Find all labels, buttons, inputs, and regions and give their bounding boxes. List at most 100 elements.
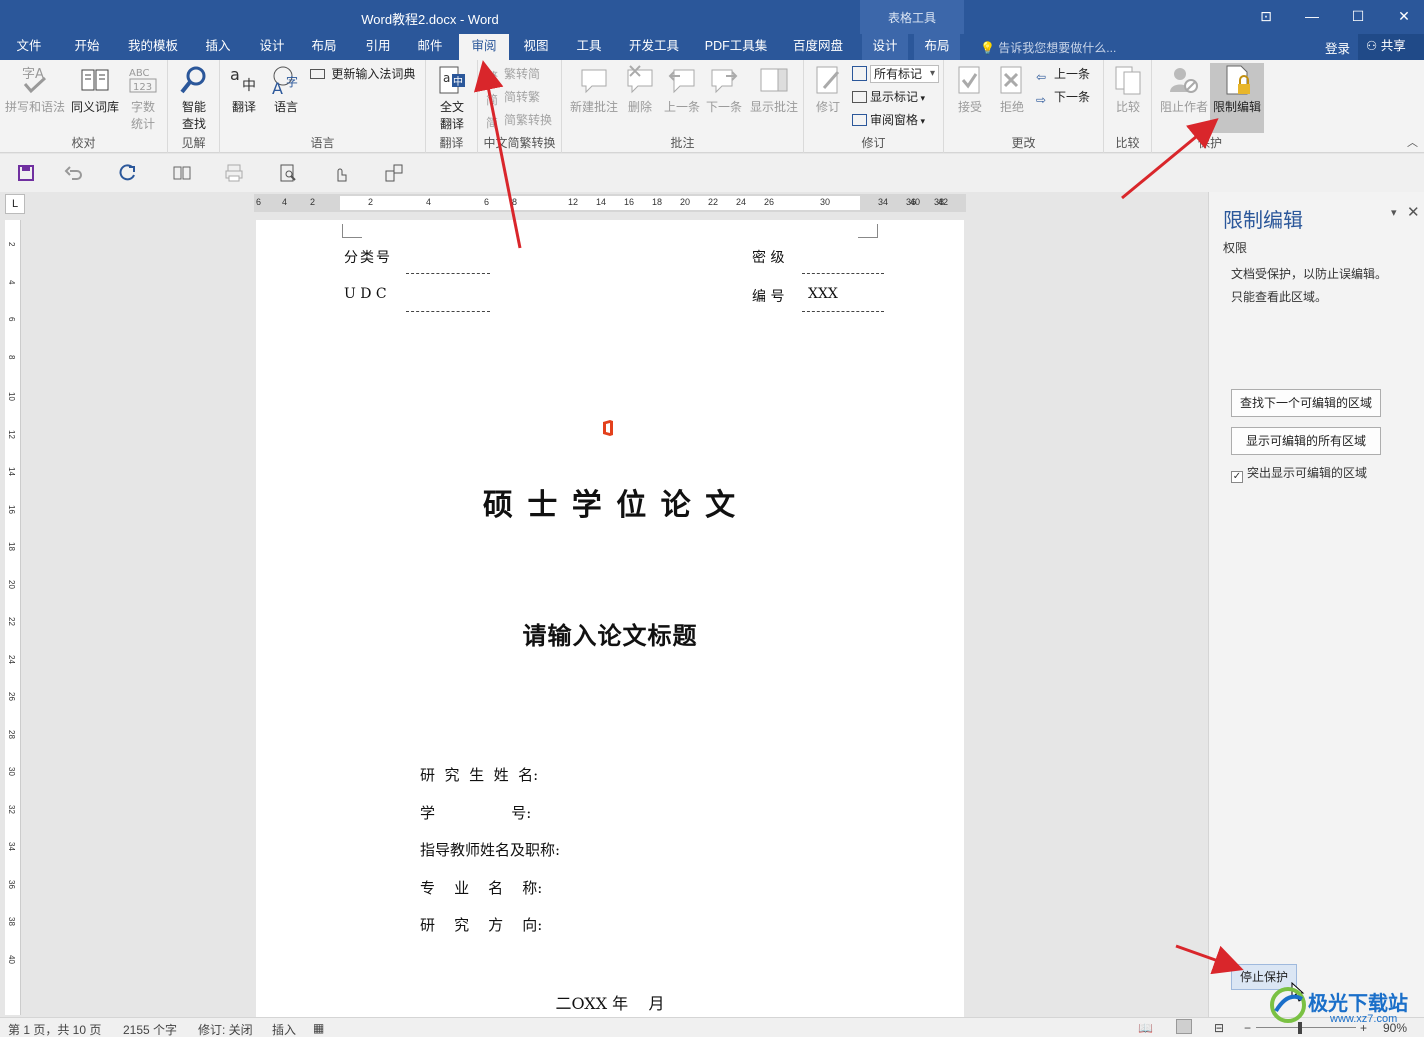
vertical-ruler-number: 10 (7, 392, 16, 401)
tab-references[interactable]: 引用 (356, 34, 400, 60)
full-translate-label-2: 翻译 (439, 117, 464, 131)
minimize-icon[interactable]: — (1300, 6, 1324, 26)
print-layout-icon[interactable] (1176, 1019, 1192, 1034)
show-all-editable-regions-button[interactable]: 显示可编辑的所有区域 (1231, 427, 1381, 455)
new-comment-button[interactable]: 新建批注 (566, 64, 622, 115)
markup-icon (852, 66, 867, 81)
tab-design[interactable]: 设计 (250, 34, 294, 60)
tab-developer[interactable]: 开发工具 (622, 34, 686, 60)
two-pages-icon[interactable] (172, 163, 192, 183)
share-button[interactable]: ⚇ 共享 (1358, 34, 1424, 60)
highlight-editable-regions-checkbox[interactable]: ✓ 突出显示可编辑的区域 (1231, 464, 1367, 483)
undo-icon[interactable] (64, 163, 84, 183)
tab-table-design[interactable]: 设计 (862, 34, 908, 60)
full-translate-button[interactable]: a中 全文 翻译 (434, 64, 470, 132)
word-count-button[interactable]: ABC 123 字数 统计 (124, 64, 162, 132)
collapse-ribbon-icon[interactable]: ︿ (1407, 134, 1418, 150)
pane-close-icon[interactable]: ✕ (1407, 203, 1420, 221)
tab-view[interactable]: 视图 (514, 34, 558, 60)
ruler-number: 4 (426, 197, 432, 207)
maximize-icon[interactable]: ☐ (1346, 6, 1370, 26)
macro-record-icon[interactable]: ▦ (313, 1021, 324, 1035)
pane-options-chevron-icon[interactable]: ▾ (1391, 206, 1397, 219)
tab-pdf-tools[interactable]: PDF工具集 (700, 34, 772, 60)
delete-comment-button[interactable]: 删除 (622, 64, 658, 115)
translate-button[interactable]: a中 翻译 (226, 64, 262, 115)
status-word-count[interactable]: 2155 个字 (123, 1021, 177, 1037)
save-icon[interactable] (16, 163, 36, 183)
tab-file[interactable]: 文件 (6, 34, 52, 60)
restrict-editing-button[interactable]: 限制编辑 (1210, 63, 1264, 133)
accept-button[interactable]: 接受 (950, 64, 990, 115)
secret-level-label: 密 级 (752, 250, 785, 266)
customize-qat-icon[interactable] (384, 163, 404, 183)
ribbon: 字A 拼写和语法 同义词库 ABC 123 字数 统计 校对 智能 查找 见解 a… (0, 60, 1424, 153)
reject-button[interactable]: 拒绝 (992, 64, 1032, 115)
redo-icon[interactable] (118, 163, 138, 183)
language-button[interactable]: A字 语言 (268, 64, 304, 115)
track-changes-icon (816, 66, 840, 94)
status-insert-mode[interactable]: 插入 (272, 1021, 296, 1037)
next-change-button[interactable]: ⇨ 下一条 (1036, 87, 1090, 107)
show-comments-button[interactable]: 显示批注 (746, 64, 802, 115)
tab-my-templates[interactable]: 我的模板 (122, 34, 184, 60)
svg-text:a: a (230, 65, 240, 84)
tab-layout[interactable]: 布局 (302, 34, 346, 60)
login-link[interactable]: 登录 (1325, 38, 1350, 57)
smart-lookup-button[interactable]: 智能 查找 (174, 64, 214, 132)
print-icon[interactable] (224, 163, 244, 183)
ribbon-display-options-icon[interactable]: ⊡ (1254, 6, 1278, 26)
chinese-convert-button[interactable]: 简简繁转换 (486, 110, 552, 130)
review-pane-icon (852, 114, 867, 126)
block-authors-button[interactable]: 阻止作者 (1156, 64, 1212, 115)
ruler-number: 16 (624, 197, 635, 207)
tab-review[interactable]: 审阅 (459, 34, 509, 60)
find-next-editable-region-button[interactable]: 查找下一个可编辑的区域 (1231, 389, 1381, 417)
close-icon[interactable]: ✕ (1392, 6, 1416, 26)
reject-icon (1000, 66, 1022, 94)
to-traditional-button[interactable]: 简简转繁 (486, 87, 540, 107)
compare-button[interactable]: 比较 (1110, 64, 1146, 115)
track-changes-button[interactable]: 修订 (808, 64, 848, 115)
vertical-ruler-number: 16 (7, 504, 16, 514)
tab-insert[interactable]: 插入 (196, 34, 240, 60)
tell-me-search[interactable]: 💡 告诉我您想要做什么... (980, 39, 1116, 56)
read-mode-icon[interactable]: 📖 (1138, 1021, 1153, 1035)
ruler-number: 20 (680, 197, 691, 207)
vertical-ruler-number: 12 (7, 429, 16, 439)
show-markup-button[interactable]: 显示标记 ▾ (852, 87, 925, 107)
spelling-grammar-button[interactable]: 字A 拼写和语法 (4, 64, 66, 115)
status-track-changes[interactable]: 修订: 关闭 (198, 1021, 253, 1037)
print-preview-icon[interactable] (278, 163, 298, 183)
thesis-date: 二OXX 年 月 (555, 994, 665, 1013)
markup-select[interactable]: 所有标记 (852, 64, 940, 84)
highlight-editable-label: 突出显示可编辑的区域 (1247, 466, 1368, 480)
field-advisor: 指导教师姓名及职称: (420, 841, 561, 859)
review-pane-button[interactable]: 审阅窗格 ▾ (852, 110, 925, 130)
ruler-number: 6 (484, 197, 490, 207)
to-simplified-button[interactable]: 繁繁转简 (486, 64, 540, 84)
touch-mode-icon[interactable] (330, 163, 350, 183)
class-number-line (406, 273, 490, 274)
web-layout-icon[interactable]: ⊟ (1214, 1021, 1224, 1035)
thesaurus-button[interactable]: 同义词库 (68, 64, 122, 115)
tab-selector[interactable]: L (5, 194, 25, 214)
tab-baidu-netdisk[interactable]: 百度网盘 (786, 34, 850, 60)
tab-mailings[interactable]: 邮件 (408, 34, 452, 60)
previous-comment-button[interactable]: 上一条 (662, 64, 702, 115)
previous-change-button[interactable]: ⇦ 上一条 (1036, 64, 1090, 84)
person-icon: ⚇ (1366, 39, 1378, 53)
margin-corner-mark (342, 224, 362, 238)
zoom-out-icon[interactable]: − (1244, 1021, 1251, 1035)
tab-tools[interactable]: 工具 (567, 34, 611, 60)
tab-table-layout[interactable]: 布局 (914, 34, 960, 60)
group-changes-label: 更改 (1011, 136, 1036, 150)
document-page[interactable]: 分类号 密 级 U D C 编 号 XXX 硕 士 学 位 论 文 请输入论文标… (256, 220, 964, 1017)
update-ime-dictionary-button[interactable]: 更新输入法词典 (310, 64, 415, 84)
next-comment-button[interactable]: 下一条 (704, 64, 744, 115)
tab-home[interactable]: 开始 (64, 34, 110, 60)
horizontal-ruler[interactable]: 6 4 2 2 4 6 8 12 14 16 18 20 22 24 26 30 34 36 38 40 42 (254, 194, 966, 212)
vertical-ruler[interactable]: 2 4 6 8 10 12 14 16 18 20 22 24 26 28 30 32 34 36 38 40 (5, 220, 21, 1015)
status-page[interactable]: 第 1 页，共 10 页 (8, 1021, 101, 1037)
number-label: 编 号 (752, 289, 785, 305)
